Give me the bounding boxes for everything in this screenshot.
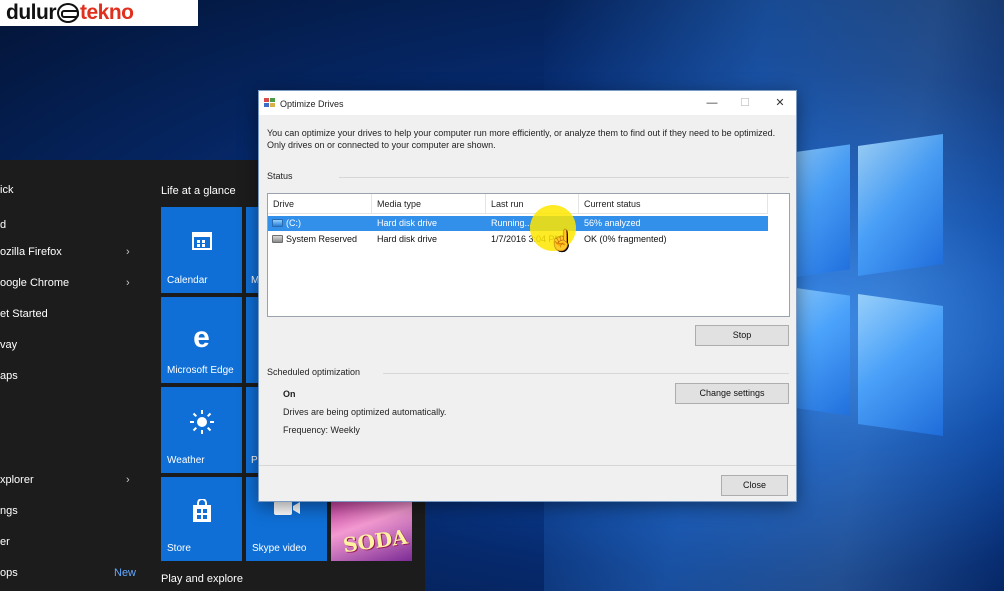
optimize-drives-dialog: Optimize Drives — ☐ ✕ You can optimize y…: [258, 90, 797, 502]
start-item-chrome[interactable]: oogle Chrome ›: [0, 277, 150, 289]
tile-label: P: [251, 455, 258, 466]
drive-name: (C:): [286, 218, 301, 228]
tile-label: Skype video: [252, 543, 307, 554]
schedule-frequency: Frequency: Weekly: [283, 425, 360, 435]
dialog-titlebar[interactable]: Optimize Drives — ☐ ✕: [259, 91, 796, 115]
tile-label: Microsoft Edge: [167, 365, 234, 376]
hard-drive-icon: [272, 235, 283, 243]
schedule-state: On: [283, 389, 296, 399]
tile-weather[interactable]: Weather: [161, 387, 242, 473]
video-camera-icon: [246, 499, 327, 520]
minimize-button[interactable]: —: [701, 95, 723, 111]
start-item-label: d: [0, 219, 7, 231]
scheduled-section-label: Scheduled optimization: [267, 367, 361, 377]
section-divider: [339, 177, 789, 178]
start-item-label: aps: [0, 370, 18, 382]
close-button[interactable]: Close: [721, 475, 788, 496]
start-item-explorer[interactable]: xplorer ›: [0, 474, 150, 486]
dialog-description: You can optimize your drives to help you…: [267, 128, 776, 150]
tile-label: Weather: [167, 455, 205, 466]
watermark-logo: dulur tekno: [0, 0, 198, 26]
windows-drive-icon: [272, 219, 283, 227]
start-item[interactable]: ick: [0, 184, 150, 196]
section-divider: [383, 373, 789, 374]
stop-button[interactable]: Stop: [695, 325, 789, 346]
tile-label: Store: [167, 543, 191, 554]
start-item-maps[interactable]: aps: [0, 370, 150, 382]
status-section-label: Status: [267, 171, 293, 181]
start-item-all-apps[interactable]: ops New: [0, 567, 150, 579]
start-item-label: vay: [0, 339, 18, 351]
start-item[interactable]: d: [0, 219, 150, 231]
chevron-right-icon[interactable]: ›: [126, 277, 130, 289]
tile-store[interactable]: Store: [161, 477, 242, 561]
start-item-label: er: [0, 536, 10, 548]
mouse-pointer-icon: ☝: [549, 230, 574, 252]
start-item-label: ozilla Firefox: [0, 246, 62, 258]
current-status: 56% analyzed: [584, 218, 641, 228]
tile-calendar[interactable]: Calendar: [161, 207, 242, 293]
media-type: Hard disk drive: [377, 234, 438, 244]
start-item-label: et Started: [0, 308, 48, 320]
tile-group-title: Play and explore: [161, 573, 243, 585]
column-header-media-type[interactable]: Media type: [372, 194, 486, 214]
drive-name: System Reserved: [286, 234, 358, 244]
chevron-right-icon[interactable]: ›: [126, 246, 130, 258]
start-app-list: ick d ozilla Firefox › oogle Chrome › et…: [0, 160, 150, 591]
column-header-drive[interactable]: Drive: [268, 194, 372, 214]
schedule-description: Drives are being optimized automatically…: [283, 407, 447, 417]
dialog-title: Optimize Drives: [280, 99, 344, 109]
drive-row-c[interactable]: (C:) Hard disk drive Running... 56% anal…: [268, 216, 768, 231]
edge-icon: e: [193, 321, 210, 354]
start-item[interactable]: vay: [0, 339, 150, 351]
watermark-text-1: dulur: [6, 1, 57, 24]
calendar-icon: [161, 229, 242, 254]
column-header-current-status[interactable]: Current status: [579, 194, 768, 214]
start-item-label: ops: [0, 567, 18, 579]
start-item-firefox[interactable]: ozilla Firefox ›: [0, 246, 150, 258]
optimize-drives-app-icon: [264, 98, 276, 108]
drives-list[interactable]: Drive Media type Last run Current status…: [267, 193, 790, 317]
drives-list-header: Drive Media type Last run Current status: [268, 194, 768, 214]
start-item-get-started[interactable]: et Started: [0, 308, 150, 320]
start-item-power[interactable]: er: [0, 536, 150, 548]
tile-candy-crush[interactable]: SODA: [331, 501, 412, 561]
tile-label: Calendar: [167, 275, 208, 286]
change-settings-button[interactable]: Change settings: [675, 383, 789, 404]
glasses-face-icon: [57, 3, 79, 23]
start-item-label: ick: [0, 184, 14, 196]
media-type: Hard disk drive: [377, 218, 438, 228]
new-badge: New: [114, 567, 137, 579]
chevron-right-icon[interactable]: ›: [126, 474, 130, 486]
maximize-button[interactable]: ☐: [734, 95, 756, 111]
drive-row-system-reserved[interactable]: System Reserved Hard disk drive 1/7/2016…: [268, 232, 768, 247]
footer-divider: [259, 465, 796, 466]
watermark-text-2: tekno: [80, 1, 134, 24]
store-bag-icon: [161, 498, 242, 526]
sun-icon: [161, 409, 242, 438]
current-status: OK (0% fragmented): [584, 234, 667, 244]
start-item-label: oogle Chrome: [0, 277, 70, 289]
candy-crush-logo: SODA: [341, 524, 410, 558]
close-window-button[interactable]: ✕: [769, 95, 791, 111]
start-item-settings[interactable]: ngs: [0, 505, 150, 517]
tile-edge[interactable]: e Microsoft Edge: [161, 297, 242, 383]
start-item-label: ngs: [0, 505, 18, 517]
start-item-label: xplorer: [0, 474, 34, 486]
tile-group-title: Life at a glance: [161, 185, 236, 197]
